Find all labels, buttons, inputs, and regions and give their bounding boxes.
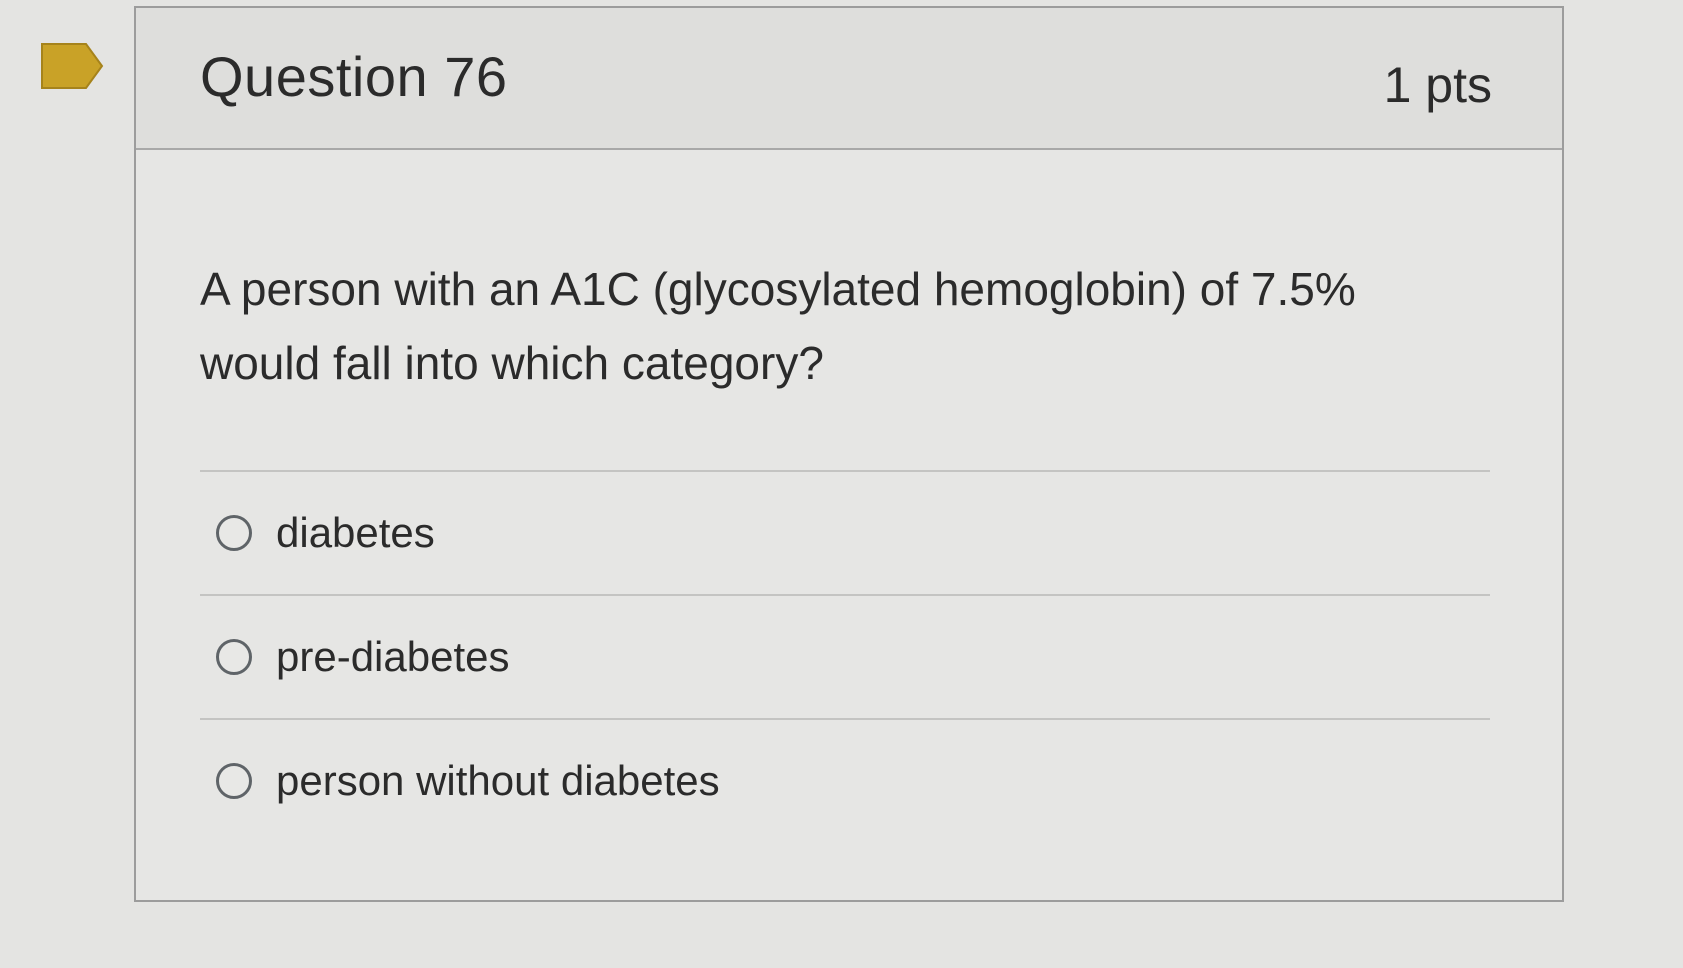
radio-button-icon[interactable] xyxy=(216,515,252,551)
flag-question-icon[interactable] xyxy=(40,42,104,90)
answer-list: diabetes pre-diabetes person without dia… xyxy=(200,470,1490,842)
answer-label[interactable]: pre-diabetes xyxy=(276,633,509,681)
question-title: Question 76 xyxy=(200,45,508,108)
answer-option-diabetes[interactable]: diabetes xyxy=(200,470,1490,594)
radio-button-icon[interactable] xyxy=(216,639,252,675)
answer-label[interactable]: diabetes xyxy=(276,509,435,557)
answer-option-person-without-diabetes[interactable]: person without diabetes xyxy=(200,718,1490,842)
question-header: Question 76 1 pts xyxy=(136,8,1562,150)
answer-label[interactable]: person without diabetes xyxy=(276,757,720,805)
question-card: Question 76 1 pts A person with an A1C (… xyxy=(134,6,1564,902)
answer-option-pre-diabetes[interactable]: pre-diabetes xyxy=(200,594,1490,718)
question-points: 1 pts xyxy=(1383,57,1492,113)
radio-button-icon[interactable] xyxy=(216,763,252,799)
question-text: A person with an A1C (glycosylated hemog… xyxy=(200,263,1356,389)
